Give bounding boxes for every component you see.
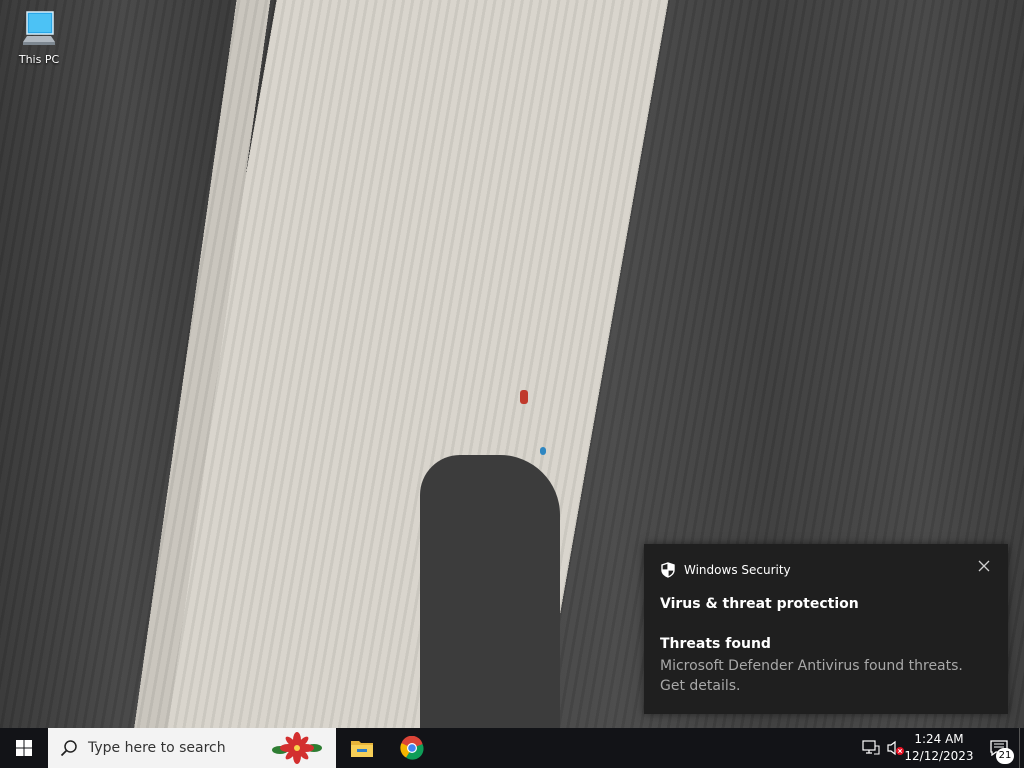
toast-title: Virus & threat protection (660, 596, 859, 612)
desktop-icon-this-pc[interactable]: This PC (8, 8, 70, 74)
windows-logo-icon (16, 740, 32, 756)
toast-subtitle: Threats found (660, 636, 771, 652)
poinsettia-icon (272, 732, 322, 764)
computer-icon (23, 11, 55, 45)
shield-icon (661, 562, 675, 578)
search-icon (60, 740, 77, 757)
show-desktop-button[interactable] (1019, 728, 1024, 768)
tray-network[interactable] (860, 728, 882, 768)
search-placeholder: Type here to search (88, 740, 226, 756)
taskbar-clock[interactable]: 1:24 AM 12/12/2023 (904, 728, 974, 768)
clock-date: 12/12/2023 (904, 749, 974, 763)
clock-time: 1:24 AM (914, 732, 964, 746)
tray-volume[interactable] (884, 728, 906, 768)
wallpaper-boulder (420, 455, 560, 728)
volume-muted-icon (887, 740, 904, 756)
toast-app-name: Windows Security (684, 563, 791, 577)
toast-header: Windows Security (660, 562, 791, 578)
toast-body: Microsoft Defender Antivirus found threa… (660, 658, 963, 694)
toast-close-button[interactable] (976, 560, 992, 576)
network-icon (862, 740, 880, 755)
action-center-button[interactable]: 21 (978, 728, 1020, 768)
wallpaper-climber (540, 447, 546, 455)
wallpaper-climber (520, 390, 528, 404)
notification-count-badge: 21 (996, 748, 1014, 764)
taskbar: Type here to search 1:24 AM 12/12/2023 2… (0, 728, 1024, 768)
taskbar-search-box[interactable]: Type here to search (48, 728, 336, 768)
desktop-icon-label: This PC (18, 53, 60, 66)
taskbar-app-chrome[interactable] (388, 728, 436, 768)
chrome-icon (400, 736, 424, 760)
taskbar-app-file-explorer[interactable] (338, 728, 386, 768)
file-explorer-icon (351, 741, 373, 757)
start-button[interactable] (0, 728, 48, 768)
close-icon (978, 560, 990, 572)
security-toast[interactable]: Windows Security Virus & threat protecti… (644, 544, 1008, 714)
